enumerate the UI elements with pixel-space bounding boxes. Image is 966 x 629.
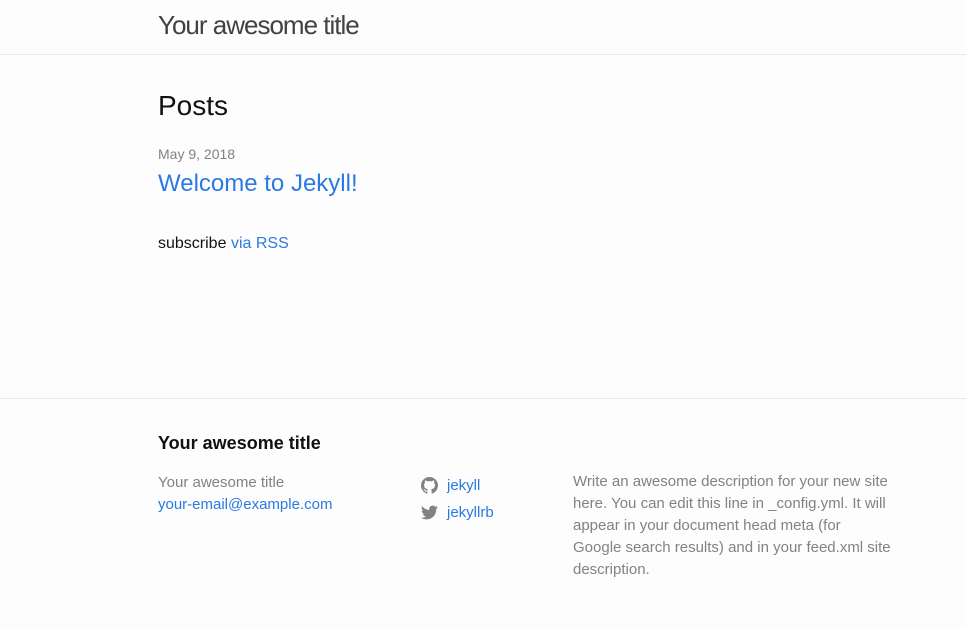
footer-social: jekyll jekyllrb [421,472,494,526]
footer-site-name: Your awesome title [158,474,285,491]
email-link[interactable]: your-email@example.com [158,494,332,516]
rss-link[interactable]: via RSS [231,235,289,252]
twitter-link[interactable]: jekyllrb [447,499,494,526]
site-description: Write an awesome description for your ne… [573,473,891,578]
github-icon [421,477,438,494]
footer-contact: Your awesome title your-email@example.co… [158,472,332,516]
page-heading: Posts [158,90,229,121]
footer-heading: Your awesome title [158,433,321,453]
social-item-twitter[interactable]: jekyllrb [421,499,494,526]
twitter-icon [421,505,438,520]
site-title-link[interactable]: Your awesome title [158,10,360,40]
github-link[interactable]: jekyll [447,472,480,499]
post-title-link[interactable]: Welcome to Jekyll! [158,170,358,198]
post-date: May 9, 2018 [158,146,236,162]
site-header: Your awesome title [0,0,966,55]
subscribe-label: subscribe [158,235,227,252]
subscribe-line: subscribe via RSS [158,234,289,254]
social-item-github[interactable]: jekyll [421,472,494,499]
